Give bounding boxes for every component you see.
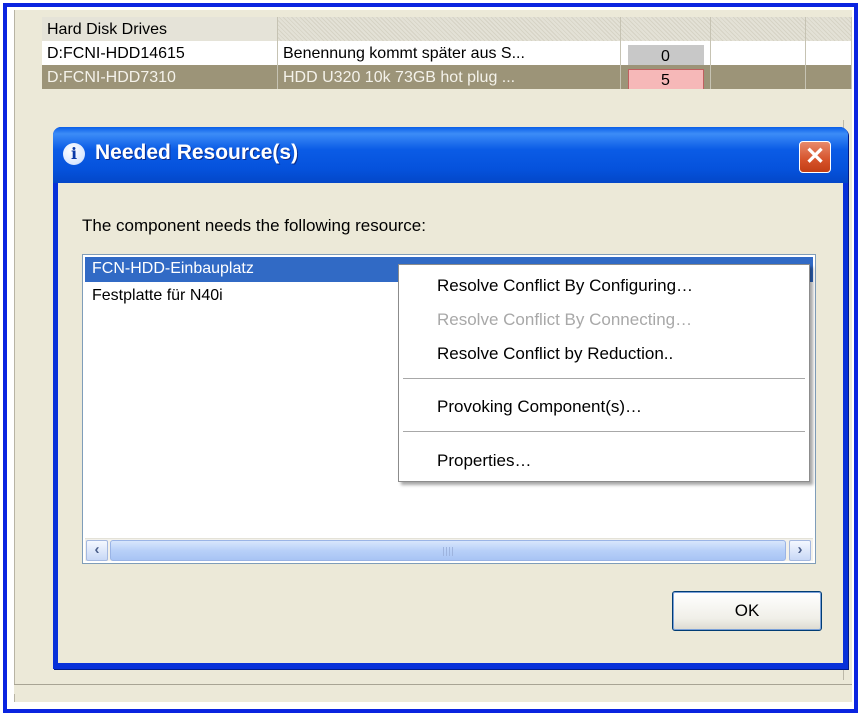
- scroll-left-arrow-icon[interactable]: ‹: [86, 540, 108, 561]
- dialog-titlebar[interactable]: i Needed Resource(s) ✕: [53, 127, 848, 183]
- component-description-cell: Benennung kommt später aus S...: [278, 41, 621, 65]
- count-cell-wrapper: 0: [621, 41, 711, 65]
- dialog-prompt-text: The component needs the following resour…: [82, 216, 426, 235]
- table-row[interactable]: D:FCNI-HDD14615 Benennung kommt später a…: [42, 41, 852, 65]
- list-item[interactable]: Festplatte für N40i: [85, 284, 223, 309]
- component-id-cell: D:FCNI-HDD7310: [42, 65, 278, 89]
- header-empty-cell: [806, 17, 852, 41]
- empty-cell: [711, 41, 806, 65]
- info-icon: i: [63, 143, 85, 165]
- count-cell-wrapper: 5: [621, 65, 711, 89]
- empty-cell: [806, 65, 852, 89]
- scroll-right-arrow-icon[interactable]: ›: [789, 540, 811, 561]
- close-button[interactable]: ✕: [799, 141, 831, 173]
- header-empty-cell: [278, 17, 621, 41]
- header-empty-cell: [621, 17, 711, 41]
- table-row-selected[interactable]: D:FCNI-HDD7310 HDD U320 10k 73GB hot plu…: [42, 65, 852, 89]
- close-icon: ✕: [804, 143, 826, 170]
- menu-separator: [403, 378, 805, 379]
- listbox-horizontal-scrollbar[interactable]: ‹ ›: [85, 538, 813, 561]
- empty-cell: [711, 65, 806, 89]
- menu-item-provoking-components[interactable]: Provoking Component(s)…: [437, 397, 642, 417]
- scrollbar-grip-icon: [443, 547, 455, 556]
- count-cell: 0: [627, 45, 704, 65]
- menu-separator: [403, 431, 805, 432]
- count-alert-cell: 5: [627, 69, 704, 89]
- dialog-title: Needed Resource(s): [95, 141, 299, 164]
- ok-button[interactable]: OK: [672, 591, 822, 631]
- resource-context-menu: Resolve Conflict By Configuring… Resolve…: [398, 264, 810, 482]
- group-header-label: Hard Disk Drives: [42, 17, 278, 41]
- component-id-cell: D:FCNI-HDD14615: [42, 41, 278, 65]
- grid-horizontal-scrollbar[interactable]: [14, 684, 852, 694]
- component-description-cell: HDD U320 10k 73GB hot plug ...: [278, 65, 621, 89]
- grid-group-header-row[interactable]: Hard Disk Drives: [42, 17, 852, 41]
- menu-item-resolve-reduction[interactable]: Resolve Conflict by Reduction..: [437, 344, 673, 364]
- scrollbar-thumb[interactable]: [110, 540, 786, 561]
- empty-cell: [806, 41, 852, 65]
- menu-item-resolve-configuring[interactable]: Resolve Conflict By Configuring…: [437, 276, 693, 296]
- menu-item-resolve-connecting: Resolve Conflict By Connecting…: [437, 310, 693, 329]
- menu-item-properties[interactable]: Properties…: [437, 451, 531, 471]
- header-empty-cell: [711, 17, 806, 41]
